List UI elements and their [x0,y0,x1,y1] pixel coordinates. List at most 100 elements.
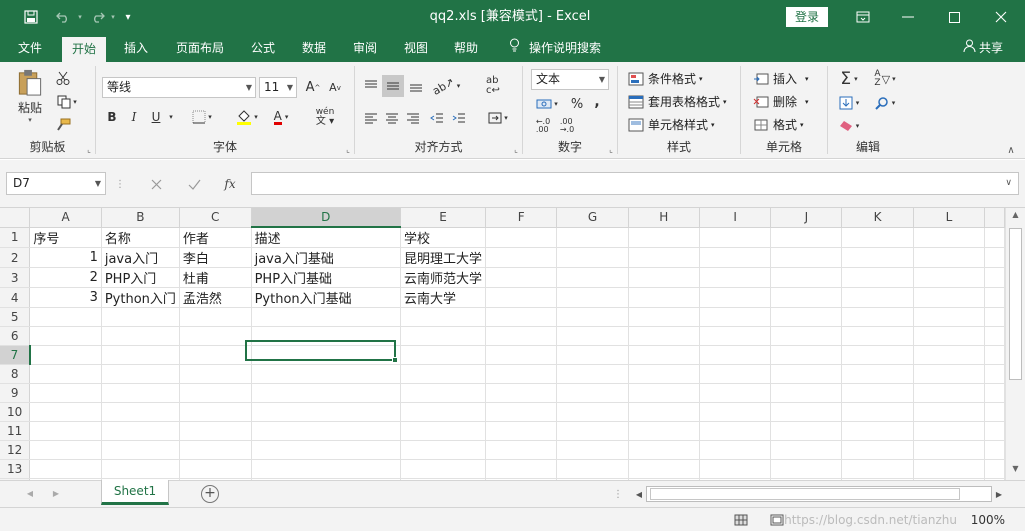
grid-cell[interactable] [628,459,700,479]
grid-cell[interactable] [251,307,402,327]
grid-cell[interactable] [841,326,914,346]
grid-cell[interactable] [770,247,843,268]
next-sheet-icon[interactable]: ▶ [48,485,64,501]
row-header[interactable]: 8 [0,364,31,384]
tab-view[interactable]: 视图 [394,34,438,62]
grid-cell[interactable]: 杜甫 [179,267,252,288]
grid-cell[interactable]: 学校 [400,227,487,248]
grid-cell[interactable] [699,326,772,346]
grid-cell[interactable] [841,227,914,248]
tab-review[interactable]: 审阅 [343,34,387,62]
grid-cell[interactable] [556,383,629,403]
grid-cell[interactable] [913,287,986,308]
grid-cell[interactable] [485,440,558,460]
grid-cell[interactable] [179,440,252,460]
bold-button[interactable]: B [104,107,120,127]
tab-insert[interactable]: 插入 [114,34,158,62]
increase-indent-icon[interactable] [449,108,469,128]
grid-cell[interactable] [699,440,772,460]
grid-cell[interactable] [841,364,914,384]
grid-cell[interactable] [913,383,986,403]
merge-center-icon[interactable]: ▾ [483,108,513,128]
grid-cell[interactable]: 序号 [29,227,102,248]
zoom-level[interactable]: 100% [971,508,1005,531]
row-header[interactable]: 7 [0,345,31,365]
grid-cell[interactable] [251,402,402,422]
undo-icon[interactable] [50,0,76,34]
grid-cell[interactable] [841,247,914,268]
grid-cell[interactable] [913,440,986,460]
customize-toolbar-icon[interactable]: ▾ [120,0,136,34]
grid-cell[interactable]: PHP入门基础 [251,267,402,288]
align-left-icon[interactable] [361,108,381,128]
grid-cell[interactable] [770,307,843,327]
grid-cell[interactable] [179,326,252,346]
underline-button[interactable]: U [148,107,164,127]
accounting-format-icon[interactable]: ▾ [533,94,561,114]
grid-cell[interactable]: 李白 [179,247,252,268]
grid-cell[interactable] [101,307,180,327]
grid-cell[interactable] [556,364,629,384]
scroll-down-icon[interactable]: ▼ [1006,464,1025,478]
grid-cell[interactable] [29,345,102,365]
add-sheet-icon[interactable]: + [201,485,219,503]
grid-cell[interactable] [556,345,629,365]
grid-cell[interactable] [556,267,629,288]
grid-cell[interactable] [984,364,1005,384]
grid-cell[interactable]: java入门 [101,247,180,268]
row-header[interactable]: 9 [0,383,31,403]
grid-cell[interactable] [770,383,843,403]
autosum-button[interactable]: Σ ▾ [834,68,864,90]
grid-cell[interactable]: 昆明理工大学 [400,247,487,268]
grid-cell[interactable] [29,440,102,460]
grid-cell[interactable] [400,421,487,441]
middle-align-icon[interactable] [382,75,404,97]
grid-cell[interactable] [251,383,402,403]
grid-cell[interactable] [841,402,914,422]
format-as-table-button[interactable]: 套用表格格式 ▾ [628,92,727,112]
grid-cell[interactable] [628,287,700,308]
redo-dropdown-icon[interactable]: ▾ [108,0,118,34]
row-header[interactable]: 4 [0,287,31,308]
tab-file[interactable]: 文件 [8,34,52,62]
grid-cell[interactable] [984,402,1005,422]
grid-cell[interactable]: Python入门 [101,287,180,308]
grid-cell[interactable] [841,459,914,479]
insert-function-button[interactable]: fx [218,174,242,194]
column-header[interactable]: L [913,208,986,228]
tab-home[interactable]: 开始 [62,37,107,62]
grid-cell[interactable] [485,247,558,268]
grid-cell[interactable] [770,421,843,441]
grid-cell[interactable] [984,307,1005,327]
grid-cell[interactable] [699,402,772,422]
column-header[interactable]: A [29,208,102,228]
grid-cell[interactable]: Python入门基础 [251,287,402,308]
grid-cell[interactable] [770,326,843,346]
grid-cell[interactable]: 名称 [101,227,180,248]
column-header[interactable]: F [485,208,558,228]
find-select-icon[interactable]: ▾ [870,93,900,113]
grid-cell[interactable]: 孟浩然 [179,287,252,308]
grid-cell[interactable] [400,459,487,479]
grid-cell[interactable] [841,383,914,403]
tab-data[interactable]: 数据 [292,34,336,62]
scroll-up-icon[interactable]: ▲ [1006,210,1025,224]
grid-cell[interactable] [628,267,700,288]
align-center-icon[interactable] [382,108,402,128]
grid-cell[interactable] [841,307,914,327]
grid-cell[interactable] [628,364,700,384]
grid-cell[interactable] [400,402,487,422]
grid-cell[interactable] [841,440,914,460]
ribbon-display-options-icon[interactable] [839,0,887,34]
grid-cell[interactable] [485,326,558,346]
grid-cell[interactable] [699,247,772,268]
grid-cell[interactable] [984,421,1005,441]
grid-cell[interactable] [770,440,843,460]
column-header[interactable]: K [841,208,914,228]
column-header[interactable] [984,208,1005,228]
formula-input[interactable]: ∨ [251,172,1019,195]
confirm-entry-icon[interactable] [183,174,205,194]
previous-sheet-icon[interactable]: ◀ [22,485,38,501]
grid-cell[interactable] [251,364,402,384]
number-format-select[interactable]: 文本 ▼ [531,69,609,90]
